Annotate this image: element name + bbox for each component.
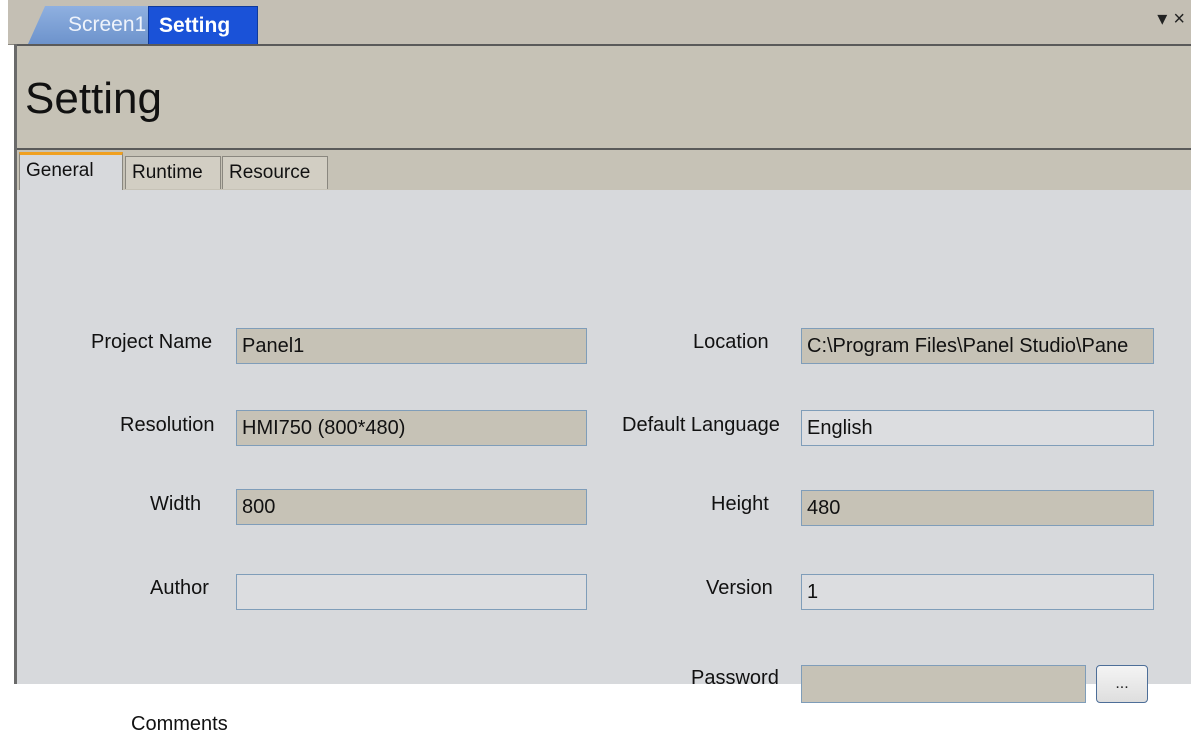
width-label: Width xyxy=(150,493,202,515)
version-label: Version xyxy=(706,577,773,599)
setting-window: Screen1 Setting ▾× Setting General Runti… xyxy=(0,0,1191,735)
width-field[interactable]: 800 xyxy=(236,489,587,525)
setting-panel: Setting General Runtime Resource Project… xyxy=(14,44,1191,735)
comments-label: Comments xyxy=(131,713,228,735)
tab-strip-controls[interactable]: ▾× xyxy=(1157,6,1191,31)
page-title: Setting xyxy=(25,74,162,123)
project-name-label: Project Name xyxy=(91,331,213,353)
password-field[interactable] xyxy=(801,665,1086,703)
resolution-label: Resolution xyxy=(120,414,215,436)
tab-setting[interactable]: Setting xyxy=(148,6,258,44)
tab-runtime[interactable]: Runtime xyxy=(125,156,221,189)
location-field[interactable]: C:\Program Files\Panel Studio\Pane xyxy=(801,328,1154,364)
height-label: Height xyxy=(711,493,769,515)
page-header: Setting xyxy=(17,44,1191,150)
tab-resource[interactable]: Resource xyxy=(222,156,328,189)
password-browse-button[interactable]: ... xyxy=(1096,665,1148,703)
document-tab-strip: Screen1 Setting ▾× xyxy=(8,0,1191,45)
version-field[interactable]: 1 xyxy=(801,574,1154,610)
general-tab-content: Project Name Panel1 Location C:\Program … xyxy=(17,190,1191,735)
height-field[interactable]: 480 xyxy=(801,490,1154,526)
tab-general[interactable]: General xyxy=(19,152,123,191)
resolution-field[interactable]: HMI750 (800*480) xyxy=(236,410,587,446)
tab-screen1[interactable]: Screen1 xyxy=(28,6,150,44)
author-field[interactable] xyxy=(236,574,587,610)
author-label: Author xyxy=(150,577,209,599)
default-language-label: Default Language xyxy=(622,414,780,436)
settings-tab-bar: General Runtime Resource xyxy=(17,150,1191,191)
default-language-field[interactable]: English xyxy=(801,410,1154,446)
project-name-field[interactable]: Panel1 xyxy=(236,328,587,364)
password-label: Password xyxy=(691,667,779,689)
location-label: Location xyxy=(693,331,769,353)
